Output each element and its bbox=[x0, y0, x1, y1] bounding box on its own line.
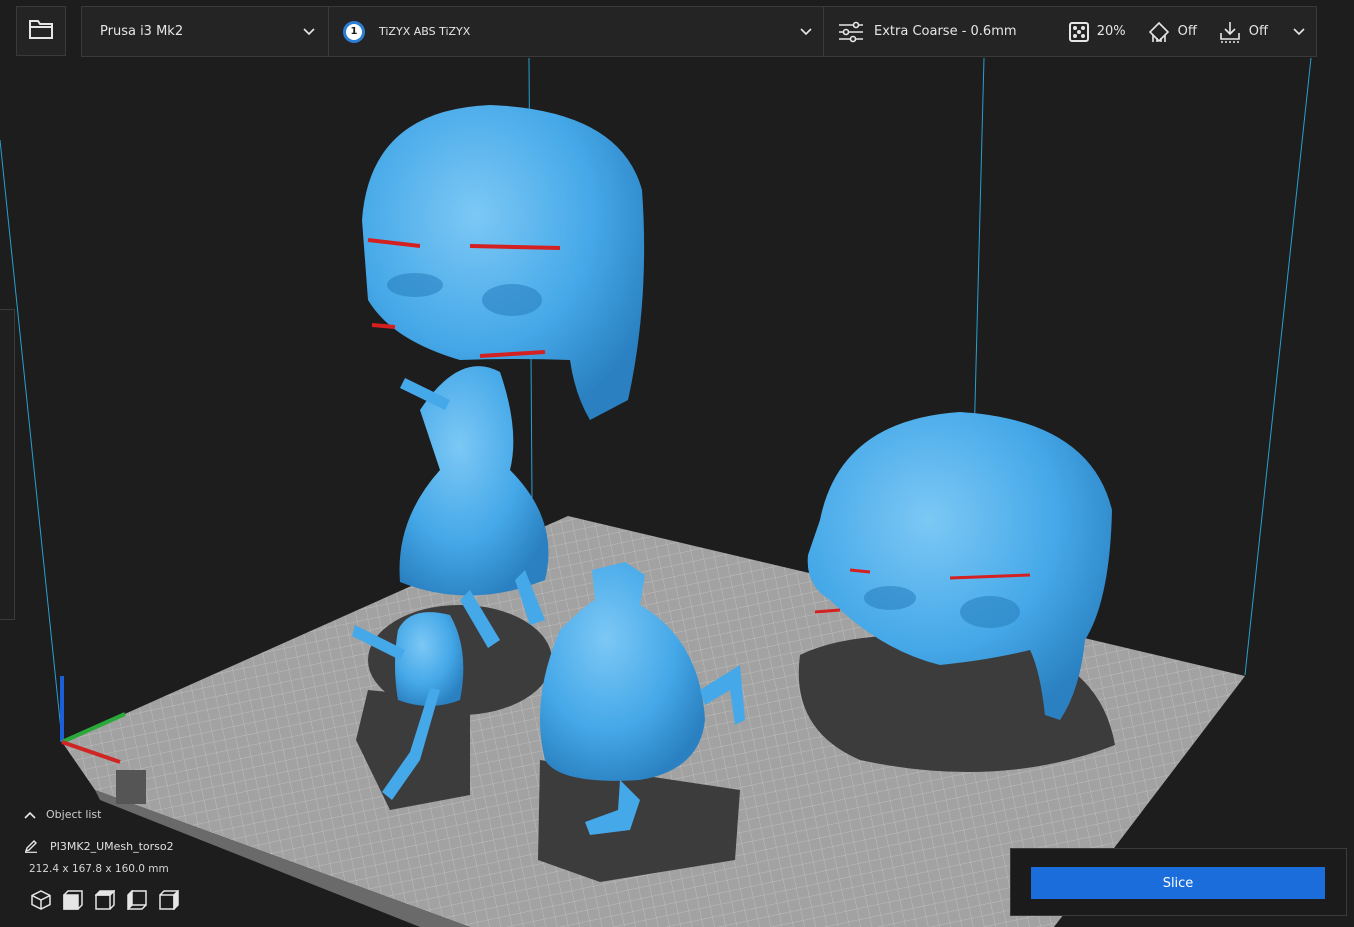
object-list-panel: Object list PI3MK2_UMesh_torso2 212.4 x … bbox=[24, 808, 324, 911]
front-view-icon[interactable] bbox=[62, 889, 84, 911]
object-name: PI3MK2_UMesh_torso2 bbox=[50, 839, 174, 853]
right-view-icon[interactable] bbox=[158, 889, 180, 911]
object-row: PI3MK2_UMesh_torso2 bbox=[24, 839, 324, 853]
print-settings-selector[interactable]: Extra Coarse - 0.6mm 20% Off Off bbox=[824, 7, 1316, 56]
object-dimensions: 212.4 x 167.8 x 160.0 mm bbox=[29, 863, 169, 875]
object-list-label: Object list bbox=[46, 808, 102, 821]
adhesion-setting[interactable]: Off bbox=[1219, 21, 1268, 43]
3d-view-icon[interactable] bbox=[30, 889, 52, 911]
printer-selector[interactable]: Prusa i3 Mk2 bbox=[82, 7, 329, 56]
profile-name: Extra Coarse - 0.6mm bbox=[874, 24, 1017, 39]
camera-view-buttons bbox=[30, 889, 324, 911]
material-name: TiZYX ABS TiZYX bbox=[379, 25, 471, 38]
infill-value: 20% bbox=[1096, 24, 1126, 39]
open-file-button[interactable] bbox=[16, 6, 66, 56]
side-panel-tab[interactable] bbox=[0, 309, 15, 620]
support-value: Off bbox=[1177, 24, 1197, 39]
adhesion-icon bbox=[1219, 21, 1241, 43]
folder-icon bbox=[28, 18, 54, 44]
left-view-icon[interactable] bbox=[126, 889, 148, 911]
extruder-badge-icon: 1 bbox=[343, 20, 365, 43]
sliders-icon bbox=[838, 21, 864, 43]
3d-viewport[interactable] bbox=[0, 0, 1354, 927]
adhesion-value: Off bbox=[1248, 24, 1268, 39]
chevron-down-icon bbox=[1292, 25, 1306, 39]
slice-button[interactable]: Slice bbox=[1031, 867, 1325, 899]
top-view-icon[interactable] bbox=[94, 889, 116, 911]
pencil-icon[interactable] bbox=[24, 839, 38, 853]
chevron-down-icon bbox=[302, 25, 316, 39]
chevron-down-icon bbox=[799, 25, 813, 39]
print-setup-bar: Prusa i3 Mk2 1 TiZYX ABS TiZYX Extra Coa… bbox=[81, 6, 1317, 57]
infill-icon bbox=[1068, 21, 1089, 42]
object-list-toggle[interactable]: Object list bbox=[24, 808, 324, 821]
support-icon bbox=[1148, 21, 1170, 43]
support-setting[interactable]: Off bbox=[1148, 21, 1197, 43]
printer-clip bbox=[116, 770, 146, 804]
material-selector[interactable]: 1 TiZYX ABS TiZYX bbox=[329, 7, 824, 56]
chevron-up-icon bbox=[24, 811, 36, 819]
printer-name: Prusa i3 Mk2 bbox=[100, 24, 184, 39]
infill-setting[interactable]: 20% bbox=[1068, 21, 1126, 42]
slice-panel: Slice bbox=[1010, 848, 1347, 916]
